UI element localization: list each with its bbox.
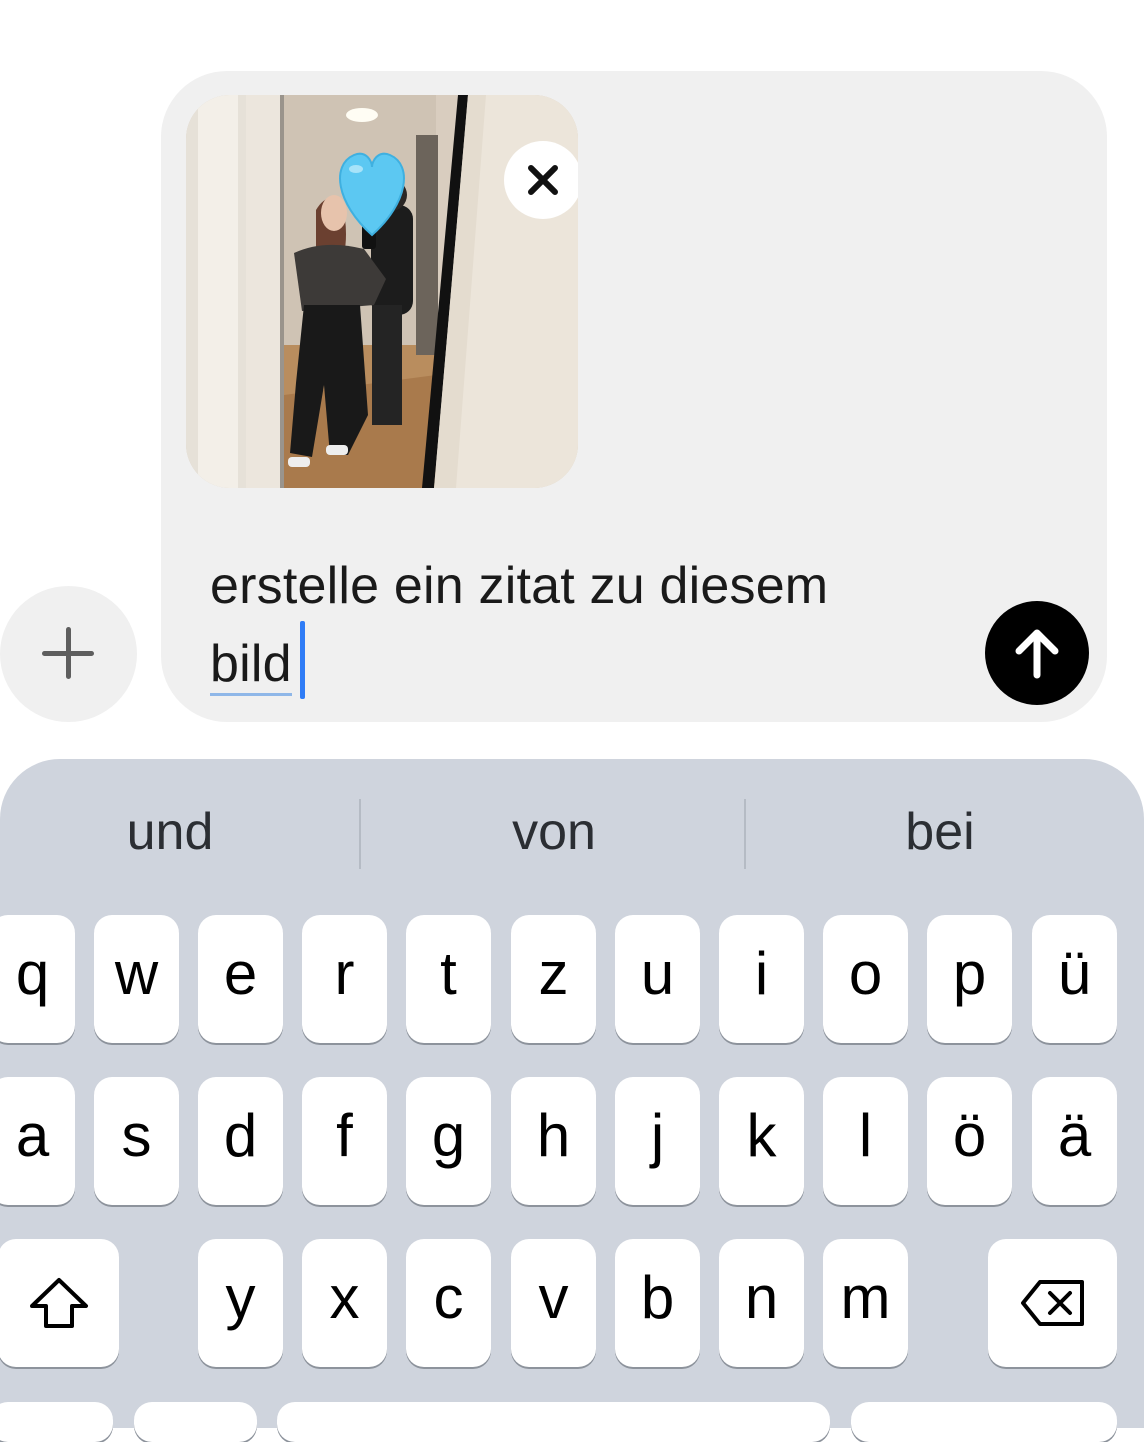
key-ae[interactable]: ä	[1032, 1077, 1117, 1205]
message-composer[interactable]: erstelle ein zitat zu diesem bild	[161, 71, 1107, 722]
key-q[interactable]: q	[0, 915, 75, 1043]
key-oe[interactable]: ö	[927, 1077, 1012, 1205]
message-word-autocorrect: bild	[210, 635, 292, 696]
key-i[interactable]: i	[719, 915, 804, 1043]
suggestion-1[interactable]: und	[0, 797, 350, 867]
return-key[interactable]	[851, 1402, 1117, 1442]
key-f[interactable]: f	[302, 1077, 387, 1205]
key-o[interactable]: o	[823, 915, 908, 1043]
key-b[interactable]: b	[615, 1239, 700, 1367]
delete-icon	[1020, 1280, 1084, 1326]
suggestion-divider	[744, 799, 746, 869]
key-m[interactable]: m	[823, 1239, 908, 1367]
on-screen-keyboard: und von bei q w e r t z u i o p ü a s d …	[0, 759, 1144, 1442]
remove-attachment-button[interactable]	[504, 141, 578, 219]
key-n[interactable]: n	[719, 1239, 804, 1367]
send-button[interactable]	[985, 601, 1089, 705]
emoji-key[interactable]	[134, 1402, 257, 1442]
key-e[interactable]: e	[198, 915, 283, 1043]
suggestion-3[interactable]: bei	[760, 797, 1120, 867]
message-line-1: erstelle ein zitat zu diesem	[210, 557, 829, 615]
key-t[interactable]: t	[406, 915, 491, 1043]
shift-icon	[29, 1278, 88, 1328]
arrow-up-icon	[1015, 629, 1059, 679]
key-s[interactable]: s	[94, 1077, 179, 1205]
close-icon	[528, 165, 558, 195]
key-ue[interactable]: ü	[1032, 915, 1117, 1043]
key-d[interactable]: d	[198, 1077, 283, 1205]
key-w[interactable]: w	[94, 915, 179, 1043]
key-g[interactable]: g	[406, 1077, 491, 1205]
key-p[interactable]: p	[927, 915, 1012, 1043]
suggestion-2[interactable]: von	[374, 797, 734, 867]
key-x[interactable]: x	[302, 1239, 387, 1367]
key-z[interactable]: z	[511, 915, 596, 1043]
key-a[interactable]: a	[0, 1077, 75, 1205]
numbers-key[interactable]	[0, 1402, 113, 1442]
key-l[interactable]: l	[823, 1077, 908, 1205]
text-cursor	[299, 621, 305, 699]
delete-key[interactable]	[988, 1239, 1117, 1367]
attached-photo[interactable]	[186, 95, 578, 488]
key-u[interactable]: u	[615, 915, 700, 1043]
key-h[interactable]: h	[511, 1077, 596, 1205]
message-input[interactable]: erstelle ein zitat zu diesem bild	[210, 551, 970, 699]
key-r[interactable]: r	[302, 915, 387, 1043]
add-attachment-button[interactable]	[0, 586, 137, 722]
key-k[interactable]: k	[719, 1077, 804, 1205]
key-v[interactable]: v	[511, 1239, 596, 1367]
key-c[interactable]: c	[406, 1239, 491, 1367]
suggestion-divider	[359, 799, 361, 869]
key-y[interactable]: y	[198, 1239, 283, 1367]
space-key[interactable]	[277, 1402, 830, 1442]
key-j[interactable]: j	[615, 1077, 700, 1205]
shift-key[interactable]	[0, 1239, 119, 1367]
